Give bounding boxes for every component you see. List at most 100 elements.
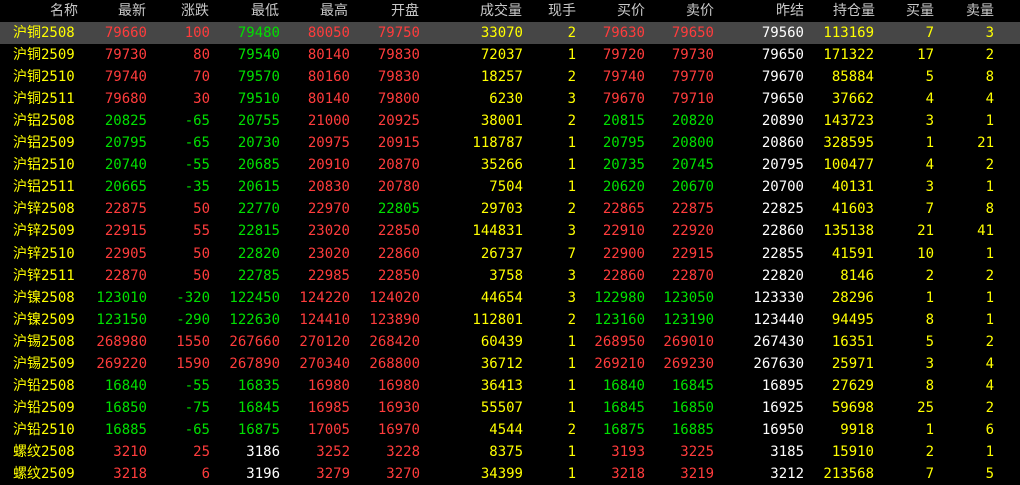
cell-prev-settle: 22860 bbox=[761, 223, 804, 240]
cell-ask: 269230 bbox=[663, 355, 714, 372]
table-row[interactable]: 沪镍2509 123150 -290 122630 124410 123890 112801… bbox=[0, 309, 1020, 331]
table-row[interactable]: 螺纹2508 3210 25 3186 3252 3228 8375 1 3193 3225 318… bbox=[0, 441, 1020, 463]
cell-prev-settle: 22855 bbox=[761, 245, 804, 262]
table-row[interactable]: 沪铝2509 20795 -65 20730 20975 20915 118787 1 2079… bbox=[0, 132, 1020, 154]
cell-open: 123890 bbox=[369, 311, 420, 328]
cell-prev-settle: 22820 bbox=[761, 267, 804, 284]
cell-change: -55 bbox=[184, 157, 210, 174]
header-bid-volume[interactable]: 买量 bbox=[906, 0, 934, 22]
cell-prev-settle: 20795 bbox=[761, 157, 804, 174]
cell-ask: 79710 bbox=[671, 91, 714, 108]
header-hand[interactable]: 现手 bbox=[548, 0, 576, 22]
cell-change: 100 bbox=[184, 25, 210, 41]
header-name[interactable]: 名称 bbox=[50, 0, 78, 22]
table-row[interactable]: 沪锡2509 269220 1590 267890 270340 268800 36712 1… bbox=[0, 353, 1020, 375]
cell-ask: 22875 bbox=[671, 201, 714, 218]
table-row[interactable]: 沪锌2511 22870 50 22785 22985 22850 3758 3 22860 22… bbox=[0, 265, 1020, 287]
cell-ask-vol: 1 bbox=[985, 311, 994, 328]
cell-bid: 16875 bbox=[602, 421, 645, 438]
table-row[interactable]: 沪铅2509 16850 -75 16845 16985 16930 55507 1 16845… bbox=[0, 397, 1020, 419]
table-row[interactable]: 沪铜2509 79730 80 79540 80140 79830 72037 1 79720 7… bbox=[0, 44, 1020, 66]
cell-change: -65 bbox=[184, 421, 210, 438]
table-row[interactable]: 沪铅2510 16885 -65 16875 17005 16970 4544 2 16875 1… bbox=[0, 419, 1020, 441]
table-row[interactable]: 沪锡2508 268980 1550 267660 270120 268420 60439 1… bbox=[0, 331, 1020, 353]
cell-ask: 123050 bbox=[663, 289, 714, 306]
cell-high: 23020 bbox=[307, 245, 350, 262]
cell-high: 3252 bbox=[316, 443, 350, 460]
cell-bid: 269210 bbox=[594, 355, 645, 372]
cell-low: 267890 bbox=[229, 355, 280, 372]
cell-low: 22815 bbox=[237, 223, 280, 240]
table-row[interactable]: 沪铝2510 20740 -55 20685 20910 20870 35266 1 20735… bbox=[0, 154, 1020, 176]
cell-ask-vol: 3 bbox=[985, 25, 994, 41]
table-row[interactable]: 沪铜2511 79680 30 79510 80140 79800 6230 3 79670 79… bbox=[0, 88, 1020, 110]
table-header: 名称 最新 涨跌 最低 最高 开盘 成交量 现手 买价 卖价 昨结 持仓量 买量… bbox=[0, 0, 1020, 22]
cell-prev-settle: 79650 bbox=[761, 47, 804, 64]
cell-bid: 16840 bbox=[602, 377, 645, 394]
cell-bid: 22860 bbox=[602, 267, 645, 284]
cell-ask: 79730 bbox=[671, 47, 714, 64]
cell-low: 79480 bbox=[237, 25, 280, 41]
table-row[interactable]: 沪锌2508 22875 50 22770 22970 22805 29703 2 22865 2… bbox=[0, 198, 1020, 220]
cell-ask-vol: 2 bbox=[985, 47, 994, 64]
cell-ask: 16850 bbox=[671, 399, 714, 416]
cell-open: 20925 bbox=[377, 113, 420, 130]
cell-ask: 22870 bbox=[671, 267, 714, 284]
header-open-interest[interactable]: 持仓量 bbox=[833, 0, 875, 22]
cell-open: 268800 bbox=[369, 355, 420, 372]
table-row[interactable]: 沪铜2508 79660 100 79480 80050 79750 33070 2 79630… bbox=[0, 22, 1020, 44]
cell-bid: 122980 bbox=[594, 289, 645, 306]
header-low[interactable]: 最低 bbox=[251, 0, 279, 22]
table-row[interactable]: 沪铜2510 79740 70 79570 80160 79830 18257 2 79740 7… bbox=[0, 66, 1020, 88]
header-ask-volume[interactable]: 卖量 bbox=[966, 0, 994, 22]
table-row[interactable]: 沪镍2508 123010 -320 122450 124220 124020 44654 3… bbox=[0, 287, 1020, 309]
cell-low: 3186 bbox=[246, 443, 280, 460]
cell-change: -320 bbox=[176, 289, 210, 306]
header-volume[interactable]: 成交量 bbox=[480, 0, 522, 22]
table-row[interactable]: 沪铝2508 20825 -65 20755 21000 20925 38001 2 20815… bbox=[0, 110, 1020, 132]
header-prev-settle[interactable]: 昨结 bbox=[776, 0, 804, 22]
header-high[interactable]: 最高 bbox=[320, 0, 348, 22]
header-change[interactable]: 涨跌 bbox=[181, 0, 209, 22]
cell-prev-settle: 16925 bbox=[761, 399, 804, 416]
table-row[interactable]: 沪锌2509 22915 55 22815 23020 22850 144831 3 22910… bbox=[0, 220, 1020, 242]
cell-change: 50 bbox=[193, 201, 210, 218]
cell-open: 16980 bbox=[377, 377, 420, 394]
cell-ask-vol: 4 bbox=[985, 355, 994, 372]
cell-hand: 1 bbox=[567, 355, 576, 372]
cell-ask-vol: 1 bbox=[985, 443, 994, 460]
header-latest[interactable]: 最新 bbox=[118, 0, 146, 22]
table-row[interactable]: 沪铝2511 20665 -35 20615 20830 20780 7504 1 20620 2… bbox=[0, 176, 1020, 198]
cell-change: 1550 bbox=[176, 333, 210, 350]
cell-prev-settle: 22825 bbox=[761, 201, 804, 218]
cell-low: 20730 bbox=[237, 135, 280, 152]
header-bid[interactable]: 买价 bbox=[617, 0, 645, 22]
cell-prev-settle: 79670 bbox=[761, 69, 804, 86]
cell-bid: 79740 bbox=[602, 69, 645, 86]
cell-prev-settle: 16895 bbox=[761, 377, 804, 394]
cell-ask: 269010 bbox=[663, 333, 714, 350]
cell-hand: 2 bbox=[567, 201, 576, 218]
cell-bid: 79670 bbox=[602, 91, 645, 108]
cell-low: 122630 bbox=[229, 311, 280, 328]
cell-hand: 3 bbox=[567, 289, 576, 306]
cell-high: 20975 bbox=[307, 135, 350, 152]
cell-change: 1590 bbox=[176, 355, 210, 372]
cell-prev-settle: 20860 bbox=[761, 135, 804, 152]
cell-open: 16970 bbox=[377, 421, 420, 438]
cell-change: 55 bbox=[193, 223, 210, 240]
cell-hand: 2 bbox=[567, 113, 576, 130]
cell-bid: 22900 bbox=[602, 245, 645, 262]
cell-low: 16845 bbox=[237, 399, 280, 416]
header-open[interactable]: 开盘 bbox=[391, 0, 419, 22]
cell-bid: 16845 bbox=[602, 399, 645, 416]
cell-change: -65 bbox=[184, 113, 210, 130]
header-ask[interactable]: 卖价 bbox=[686, 0, 714, 22]
table-row[interactable]: 沪锌2510 22905 50 22820 23020 22860 26737 7 22900 2… bbox=[0, 243, 1020, 265]
table-row[interactable]: 沪铅2508 16840 -55 16835 16980 16980 36413 1 16840… bbox=[0, 375, 1020, 397]
cell-high: 270120 bbox=[299, 333, 350, 350]
cell-prev-settle: 79560 bbox=[761, 25, 804, 41]
cell-hand: 1 bbox=[567, 399, 576, 416]
cell-prev-settle: 20700 bbox=[761, 179, 804, 196]
cell-low: 79570 bbox=[237, 69, 280, 86]
